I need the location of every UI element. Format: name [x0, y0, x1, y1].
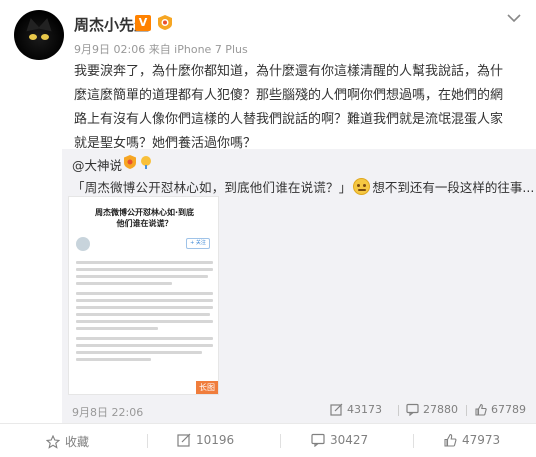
long-image-avatar [76, 237, 90, 251]
like-icon [444, 433, 457, 447]
favorite-button[interactable]: 收藏 [46, 433, 89, 450]
repost-button[interactable]: 10196 [177, 433, 234, 447]
divider [398, 405, 399, 416]
avatar[interactable] [14, 10, 64, 60]
avatar-eye [29, 34, 37, 40]
divider [147, 434, 148, 448]
like-icon [475, 403, 487, 416]
divider [280, 434, 281, 448]
chevron-down-icon[interactable] [506, 12, 522, 24]
long-image-follow-button: + 关注 [186, 238, 210, 249]
repost-repost-count[interactable]: 43173 [330, 403, 382, 416]
long-image-title: 周杰微博公开怼林心如·到底他们谁在说谎？ [94, 208, 195, 228]
repost-icon [177, 433, 191, 447]
long-image-thumbnail[interactable]: 周杰微博公开怼林心如·到底他们谁在说谎？ + 关注 长图 [68, 196, 219, 395]
divider [0, 423, 536, 424]
post-content: 我要淚奔了，為什麼你都知道，為什麼還有你這樣清醒的人幫我說話，為什麼這麼簡單的道… [74, 64, 504, 151]
repost-icon [330, 403, 343, 416]
divider [413, 434, 414, 448]
repost-time: 9月8日 22:06 [72, 406, 144, 419]
verified-badge-icon: V [135, 15, 151, 31]
repost-author[interactable]: @大神说 [72, 155, 122, 174]
weibo-post: 周杰小先生 V 9月9日 02:06 来自 iPhone 7 Plus 我要淚奔… [0, 0, 536, 457]
like-button[interactable]: 47973 [443, 433, 500, 447]
repost-comment-count[interactable]: 27880 [406, 403, 458, 416]
long-image-tag: 长图 [196, 381, 218, 394]
star-icon [46, 434, 60, 449]
comment-icon [406, 403, 419, 416]
divider [466, 405, 467, 416]
emoji-icon [353, 178, 371, 195]
repost-text: 「周杰微博公开怼林心如，到底他们谁在说谎？」 想不到还有一段这样的往事... [72, 178, 535, 195]
avatar-ear [37, 16, 55, 32]
member-badge-icon [158, 15, 172, 30]
repost-like-count[interactable]: 67789 [474, 403, 526, 416]
repost-card[interactable]: @大神说 「周杰微博公开怼林心如，到底他们谁在说谎？」 想不到还有一段这样的往事.… [62, 149, 536, 423]
comment-button[interactable]: 30427 [311, 433, 368, 447]
member-badge-icon [124, 155, 151, 169]
comment-icon [311, 433, 325, 447]
post-meta: 9月9日 02:06 来自 iPhone 7 Plus [74, 43, 248, 56]
long-image-text-lines [76, 261, 213, 368]
avatar-eye [41, 34, 49, 40]
